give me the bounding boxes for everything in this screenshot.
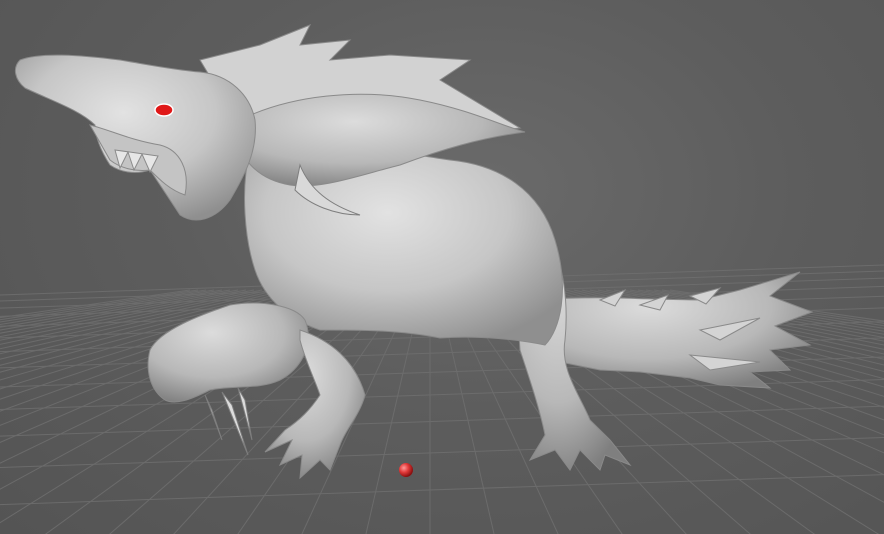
grid-line xyxy=(0,437,884,469)
dragon-tail[interactable] xyxy=(539,271,814,389)
pivot-marker[interactable] xyxy=(399,463,413,477)
grid-line xyxy=(0,474,884,506)
dragon-model[interactable] xyxy=(14,24,814,480)
grid-line xyxy=(0,289,191,319)
dragon-eye xyxy=(154,103,174,117)
dragon-head[interactable] xyxy=(14,54,256,221)
viewport-canvas[interactable] xyxy=(0,0,884,534)
grid-line xyxy=(0,405,884,437)
3d-viewport[interactable] xyxy=(0,0,884,534)
